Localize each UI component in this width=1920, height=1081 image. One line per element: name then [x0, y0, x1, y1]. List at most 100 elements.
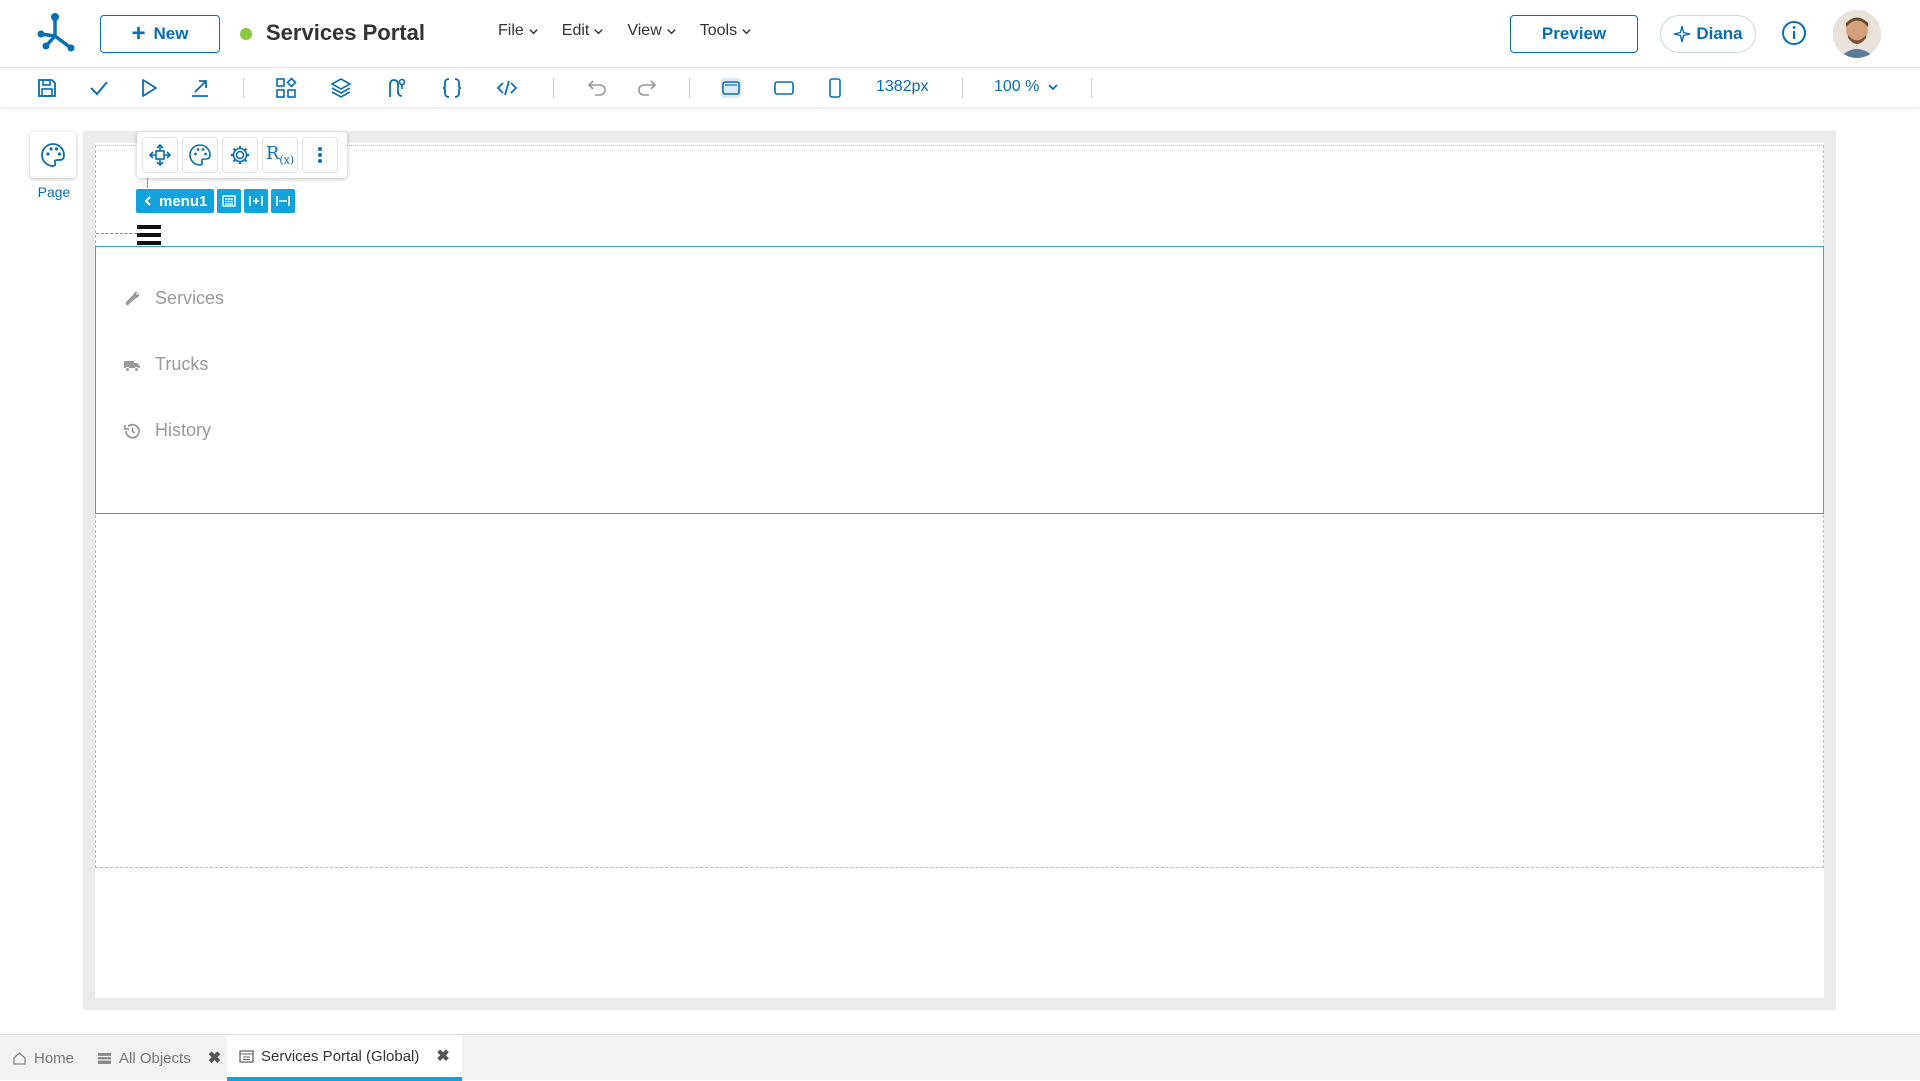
zoom-select[interactable]: 100 % [994, 78, 1059, 96]
tab-label: All Objects [119, 1049, 191, 1067]
hamburger-icon[interactable] [137, 224, 161, 246]
new-button[interactable]: + New [100, 15, 220, 53]
toolbar-separator [689, 78, 690, 98]
more-vertical-icon [318, 147, 322, 163]
braces-icon[interactable] [441, 77, 463, 99]
top-bar: + New Services Portal File Edit View Too… [0, 0, 1920, 68]
palette-icon [189, 144, 211, 166]
rules-icon: R(x) [265, 143, 295, 167]
tab-all-objects[interactable]: All Objects ✖ [97, 1035, 221, 1081]
app-title: Services Portal [266, 20, 425, 45]
more-options-button[interactable] [302, 137, 338, 173]
app-logo-icon[interactable] [36, 12, 76, 52]
selection-guide [96, 233, 137, 234]
flow-icon[interactable] [385, 77, 407, 99]
avatar[interactable] [1833, 10, 1881, 58]
tablet-view-icon[interactable] [773, 77, 795, 99]
component-name: menu1 [159, 192, 208, 210]
menu-item-label: Services [155, 288, 225, 308]
code-icon[interactable] [496, 77, 518, 99]
fit-width-button[interactable] [271, 189, 296, 213]
menu-tools-label: Tools [699, 22, 738, 39]
page-label: Page [37, 184, 71, 200]
component-toolbar: R(x) [137, 132, 347, 178]
user-name: Diana [1696, 24, 1743, 43]
zoom-value: 100 % [994, 78, 1040, 95]
selection-guide [147, 178, 148, 188]
chevron-down-icon [594, 28, 604, 34]
check-icon[interactable] [88, 77, 110, 99]
expand-horizontal-icon [249, 196, 264, 206]
undo-icon[interactable] [586, 77, 608, 99]
menu-view-label: View [627, 22, 662, 39]
history-icon [124, 423, 140, 439]
components-icon[interactable] [275, 77, 297, 99]
design-canvas[interactable]: Services Trucks History [95, 143, 1824, 998]
menu-component-icon [222, 195, 237, 207]
menu-item-label: History [155, 420, 212, 440]
menu-item-services[interactable]: Services [123, 288, 224, 309]
fit-horizontal-icon [276, 196, 291, 206]
style-button[interactable] [182, 137, 218, 173]
truck-icon [124, 360, 140, 372]
menu-tools[interactable]: Tools [700, 22, 752, 40]
chevron-down-icon [1048, 84, 1059, 91]
menu-item-history[interactable]: History [123, 420, 211, 441]
home-icon [13, 1051, 26, 1065]
plus-icon: + [131, 20, 146, 47]
menu-file[interactable]: File [498, 22, 539, 40]
chevron-down-icon [529, 28, 538, 34]
menu-file-label: File [498, 22, 524, 39]
avatar-image [1833, 10, 1881, 58]
left-rail: Page [30, 132, 78, 200]
tab-services-portal[interactable]: Services Portal (Global) ✖ [227, 1035, 462, 1081]
info-icon[interactable] [1781, 20, 1807, 46]
properties-button[interactable] [222, 137, 258, 173]
rules-button[interactable]: R(x) [262, 137, 298, 173]
toolbar-separator [1091, 78, 1092, 98]
chevron-left-icon [144, 196, 151, 206]
list-icon [98, 1052, 111, 1064]
menu-item-label: Trucks [155, 354, 209, 374]
toolbar-separator [553, 78, 554, 98]
select-parent-button[interactable]: menu1 [136, 189, 215, 213]
gear-icon [231, 146, 249, 164]
close-icon[interactable]: ✖ [208, 1048, 221, 1068]
publish-icon[interactable] [189, 77, 211, 99]
expand-width-button[interactable] [244, 189, 269, 213]
editor-toolbar: 1382px 100 % [0, 68, 1920, 108]
save-icon[interactable] [36, 77, 58, 99]
tab-home[interactable]: Home [12, 1035, 74, 1081]
page-icon [239, 1049, 254, 1063]
page-style-button[interactable] [30, 132, 76, 178]
desktop-view-icon[interactable] [720, 77, 742, 99]
ai-assistant-button[interactable]: Diana [1660, 15, 1756, 53]
bottom-tab-bar: Home All Objects ✖ Services Portal (Glob… [0, 1034, 1920, 1081]
component-tag: menu1 [136, 189, 296, 213]
sparkle-icon [1674, 25, 1691, 43]
chevron-down-icon [667, 28, 676, 34]
run-icon[interactable] [138, 77, 160, 99]
design-canvas-frame: Services Trucks History [83, 131, 1836, 1010]
move-icon [148, 143, 172, 167]
tab-label: Services Portal (Global) [261, 1047, 420, 1065]
tab-label: Home [34, 1049, 75, 1067]
menu-component[interactable]: Services Trucks History [95, 246, 1824, 514]
menu-item-trucks[interactable]: Trucks [123, 354, 208, 375]
main-menu: File Edit View Tools [498, 22, 775, 40]
menu-edit[interactable]: Edit [562, 22, 605, 40]
component-type-button[interactable] [217, 189, 242, 213]
chevron-down-icon [742, 28, 751, 34]
menu-view[interactable]: View [627, 22, 676, 40]
toolbar-separator [962, 78, 963, 98]
wrench-icon [125, 291, 140, 305]
mobile-view-icon[interactable] [824, 77, 846, 99]
layers-icon[interactable] [330, 77, 352, 99]
close-icon[interactable]: ✖ [436, 1046, 449, 1066]
move-button[interactable] [142, 137, 178, 173]
redo-icon[interactable] [636, 77, 658, 99]
canvas-width-value[interactable]: 1382px [876, 78, 929, 96]
status-dot [240, 28, 252, 40]
preview-button[interactable]: Preview [1510, 15, 1638, 53]
toolbar-separator [243, 78, 244, 98]
